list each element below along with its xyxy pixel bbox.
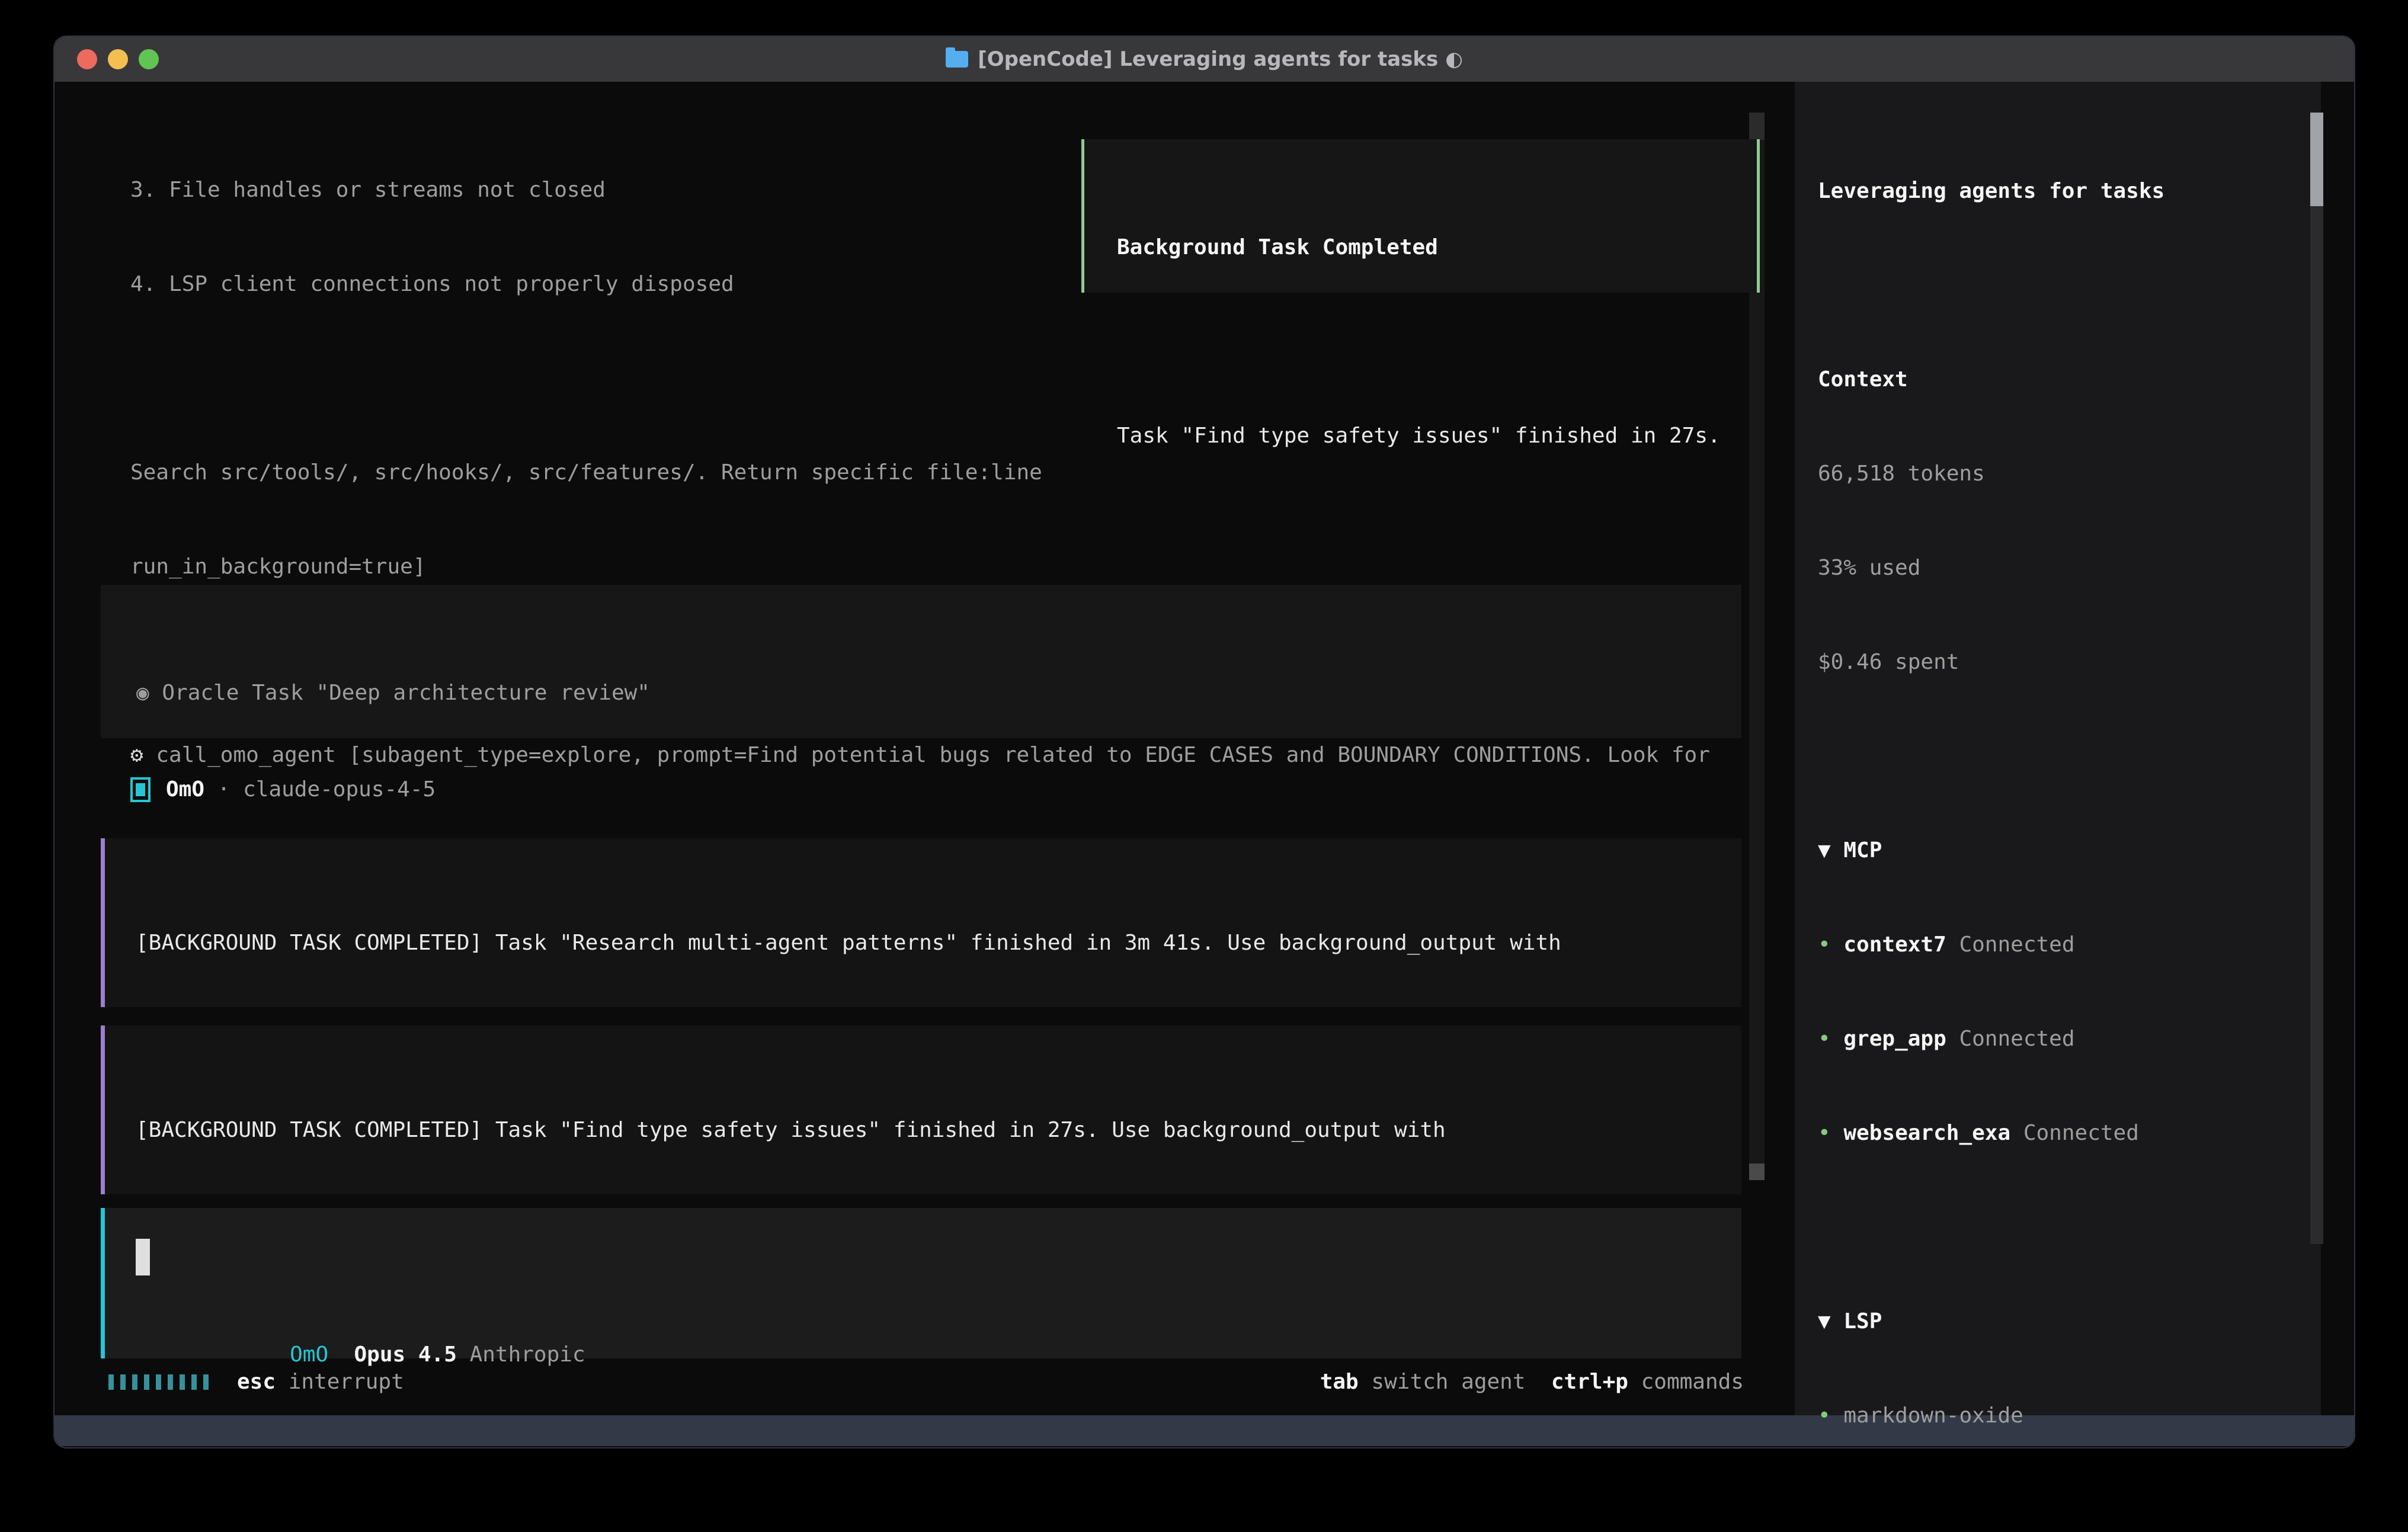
context-heading: Context	[1818, 364, 2304, 395]
message-line: [BACKGROUND TASK COMPLETED] Task "Find t…	[136, 1114, 1741, 1146]
titlebar: [OpenCode] Leveraging agents for tasks ◐	[55, 37, 2354, 82]
prompt-input[interactable]: OmO Opus 4.5 Anthropic	[101, 1208, 1741, 1358]
oracle-title: Oracle Task "Deep architecture review"	[162, 681, 650, 705]
omo-agent-icon	[130, 777, 150, 802]
sidebar-scrollbar-thumb[interactable]	[2310, 113, 2323, 206]
agent-model: claude-opus-4-5	[243, 774, 436, 805]
text-cursor	[136, 1239, 150, 1275]
agent-separator: ·	[217, 774, 230, 805]
fisheye-icon: ◉	[136, 681, 149, 705]
context-tokens: 66,518 tokens	[1818, 458, 2304, 489]
mcp-status: Connected	[2023, 1121, 2139, 1145]
input-agent-name: OmO	[290, 1342, 328, 1367]
background-task-toast: Background Task Completed Task "Find typ…	[1081, 139, 1760, 293]
screen: [OpenCode] Leveraging agents for tasks ◐…	[0, 0, 2408, 1532]
input-model-name: Opus 4.5	[354, 1342, 456, 1367]
mcp-item: • websearch_exa Connected	[1818, 1117, 2304, 1149]
context-spent: $0.46 spent	[1818, 646, 2304, 678]
message-line: [BACKGROUND TASK COMPLETED] Task "Resear…	[136, 927, 1741, 959]
sidebar-content: Leveraging agents for tasks Context 66,5…	[1818, 113, 2304, 1448]
input-provider: Anthropic	[470, 1342, 585, 1367]
message-card: [BACKGROUND TASK COMPLETED] Task "Find t…	[101, 1025, 1741, 1194]
mcp-item: • grep_app Connected	[1818, 1023, 2304, 1055]
lsp-item: • markdown-oxide	[1818, 1400, 2304, 1431]
chat-scrollbar-thumb[interactable]	[1749, 1164, 1765, 1180]
oracle-title-line: ◉ Oracle Task "Deep architecture review"	[136, 677, 1741, 709]
status-bar: esc interrupt tab switch agent ctrl+p co…	[108, 1366, 1744, 1398]
mcp-section-toggle[interactable]: ▼ MCP	[1818, 835, 2304, 866]
window-title-wrap: [OpenCode] Leveraging agents for tasks ◐	[55, 47, 2354, 71]
sidebar-scrollbar[interactable]	[2310, 113, 2323, 1244]
mcp-status: Connected	[1959, 1027, 2074, 1051]
tab-key-hint: tab	[1320, 1366, 1359, 1398]
bullet-icon: •	[1818, 1121, 1831, 1145]
lsp-name: markdown-oxide	[1843, 1403, 2023, 1428]
mcp-name: context7	[1843, 932, 1946, 957]
message-card: [BACKGROUND TASK COMPLETED] Task "Resear…	[101, 838, 1741, 1007]
toast-body: Task "Find type safety issues" finished …	[1117, 420, 1757, 451]
status-left: esc interrupt	[108, 1366, 404, 1398]
tab-key-label: switch agent	[1371, 1366, 1525, 1398]
session-title: Leveraging agents for tasks	[1818, 175, 2304, 207]
bullet-icon: •	[1818, 1403, 1831, 1428]
agent-name: OmO	[166, 774, 204, 805]
context-used: 33% used	[1818, 552, 2304, 584]
terminal-window: [OpenCode] Leveraging agents for tasks ◐…	[53, 36, 2355, 1448]
chat-scrollbar-segment[interactable]	[1749, 113, 1765, 140]
status-right: tab switch agent ctrl+p commands	[1320, 1366, 1744, 1398]
ctrlp-key-label: commands	[1641, 1366, 1744, 1398]
sidebar: Leveraging agents for tasks Context 66,5…	[1795, 82, 2321, 1415]
mcp-name: websearch_exa	[1843, 1121, 2010, 1145]
folder-icon	[946, 51, 968, 68]
esc-key-hint: esc	[237, 1366, 276, 1398]
window-right-margin	[2321, 82, 2354, 1415]
lsp-section-toggle[interactable]: ▼ LSP	[1818, 1306, 2304, 1337]
spinner-dots-icon	[108, 1374, 209, 1390]
window-title: [OpenCode] Leveraging agents for tasks ◐	[978, 47, 1463, 71]
bullet-icon: •	[1818, 932, 1831, 957]
mcp-name: grep_app	[1843, 1027, 1946, 1051]
toast-title: Background Task Completed	[1117, 232, 1757, 263]
mcp-status: Connected	[1959, 932, 2074, 957]
chat-area: 3. File handles or streams not closed 4.…	[55, 82, 1795, 1415]
agent-header: OmO · claude-opus-4-5	[130, 774, 436, 805]
esc-key-label: interrupt	[289, 1366, 404, 1398]
ctrlp-key-hint: ctrl+p	[1551, 1366, 1628, 1398]
oracle-task-box: ◉ Oracle Task "Deep architecture review"…	[101, 585, 1741, 738]
mcp-item: • context7 Connected	[1818, 929, 2304, 960]
bullet-icon: •	[1818, 1027, 1831, 1051]
transcript-line: run_in_background=true]	[130, 551, 1710, 582]
